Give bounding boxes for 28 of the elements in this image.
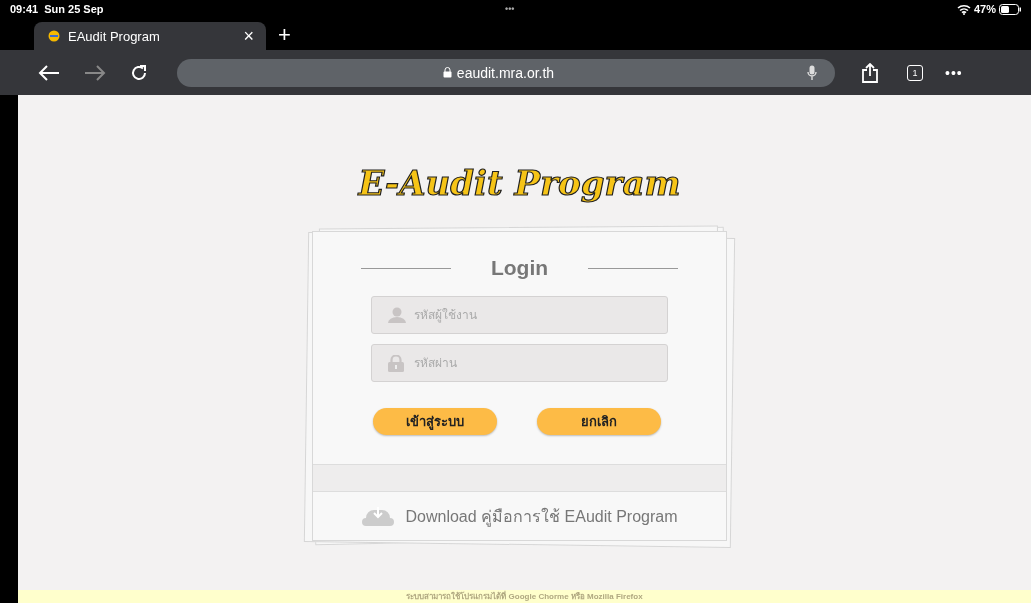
tab-count-button[interactable]: 1 [907,64,923,81]
wifi-icon [956,3,971,15]
browser-notice: ระบบสามารถใช้โปรแกรมได้ที่ Google Chorme หรือ Mozilla Firefox [18,590,1031,603]
cloud-download-icon [361,506,394,526]
tab-title: EAudit Program [68,28,161,44]
url-text: eaudit.mra.or.th [456,64,555,81]
reload-icon[interactable] [130,63,148,82]
login-title: Login [490,256,549,280]
share-icon[interactable] [861,62,879,83]
battery-icon [999,3,1021,15]
cancel-button[interactable]: ยกเลิก [536,408,661,435]
more-menu-button[interactable]: ••• [945,64,963,81]
login-button[interactable]: เข้าสู่ระบบ [372,408,497,435]
forward-icon[interactable] [84,64,106,81]
back-icon[interactable] [38,64,60,81]
program-logo: E-Audit Program [358,163,681,203]
microphone-icon[interactable] [807,64,817,81]
multitask-dots[interactable]: ••• [505,4,515,14]
password-field[interactable]: รหัสผ่าน [371,344,668,382]
username-field[interactable]: รหัสผู้ใช้งาน [371,296,668,334]
status-time: 09:41 Sun 25 Sep [10,3,104,15]
lock-icon [442,67,452,78]
browser-tab[interactable]: EAudit Program × [34,22,266,50]
battery-percent: 47% [973,3,996,15]
site-favicon [48,30,60,42]
new-tab-button[interactable]: + [278,24,291,46]
address-bar[interactable]: eaudit.mra.or.th [177,58,835,87]
close-tab-button[interactable]: × [243,25,254,47]
